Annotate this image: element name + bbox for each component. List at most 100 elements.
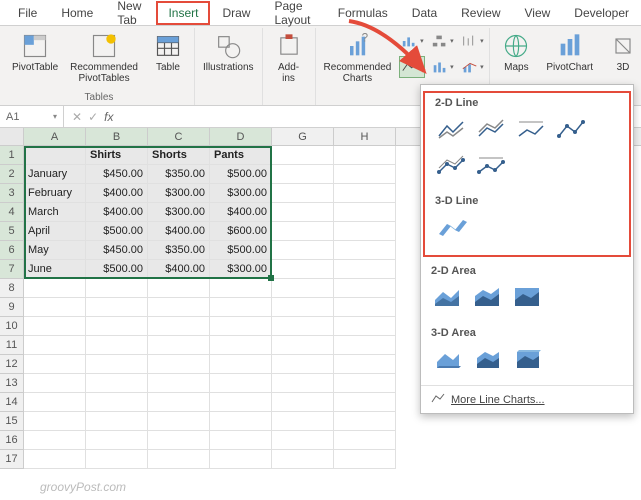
100-stacked-area-option[interactable]: [511, 283, 545, 313]
col-header-g[interactable]: G: [272, 128, 334, 145]
tab-newtab[interactable]: New Tab: [105, 0, 156, 32]
cell[interactable]: Shirts: [86, 146, 148, 165]
illustrations-button[interactable]: Illustrations: [199, 30, 258, 75]
cell[interactable]: $400.00: [210, 203, 272, 222]
row-header[interactable]: 5: [0, 222, 24, 241]
3d-area-option[interactable]: [431, 345, 465, 375]
tab-pagelayout[interactable]: Page Layout: [262, 0, 325, 32]
col-header-b[interactable]: B: [86, 128, 148, 145]
cell[interactable]: $400.00: [148, 222, 210, 241]
row-header[interactable]: 14: [0, 393, 24, 412]
pivotchart-icon: [556, 32, 584, 60]
col-header-d[interactable]: D: [210, 128, 272, 145]
cell[interactable]: $300.00: [210, 184, 272, 203]
stacked-line-option[interactable]: [475, 115, 509, 145]
3d-stacked-area-option[interactable]: [471, 345, 505, 375]
cell[interactable]: [24, 146, 86, 165]
100-stacked-line-markers-option[interactable]: [475, 151, 509, 181]
cell[interactable]: $300.00: [148, 203, 210, 222]
line-chart-option[interactable]: [435, 115, 469, 145]
col-header-c[interactable]: C: [148, 128, 210, 145]
cell[interactable]: April: [24, 222, 86, 241]
column-chart-button[interactable]: ▾: [399, 30, 425, 52]
cell[interactable]: $600.00: [210, 222, 272, 241]
row-header[interactable]: 1: [0, 146, 24, 165]
col-header-h[interactable]: H: [334, 128, 396, 145]
more-line-charts[interactable]: More Line Charts...: [421, 385, 633, 413]
3dmap-button[interactable]: 3D: [601, 30, 641, 75]
pivottable-button[interactable]: PivotTable: [8, 30, 62, 75]
addins-button[interactable]: Add- ins: [267, 30, 311, 86]
cell[interactable]: May: [24, 241, 86, 260]
cell[interactable]: $400.00: [86, 203, 148, 222]
tab-insert[interactable]: Insert: [156, 1, 210, 25]
row-header[interactable]: 2: [0, 165, 24, 184]
recommended-pivottables-button[interactable]: Recommended PivotTables: [66, 30, 142, 86]
row-header[interactable]: 4: [0, 203, 24, 222]
hierarchy-chart-button[interactable]: ▾: [429, 30, 455, 52]
cell[interactable]: $500.00: [86, 260, 148, 279]
cell[interactable]: $300.00: [148, 184, 210, 203]
fx-icon[interactable]: fx: [104, 110, 113, 124]
pivotchart-button[interactable]: PivotChart: [542, 30, 597, 75]
recommended-charts-button[interactable]: ? Recommended Charts: [320, 30, 396, 86]
line-chart-icon: [431, 392, 445, 407]
tab-formulas[interactable]: Formulas: [326, 1, 400, 25]
area-option[interactable]: [431, 283, 465, 313]
table-button[interactable]: Table: [146, 30, 190, 75]
row-header[interactable]: 17: [0, 450, 24, 469]
cell[interactable]: March: [24, 203, 86, 222]
row-header[interactable]: 3: [0, 184, 24, 203]
row-header[interactable]: 11: [0, 336, 24, 355]
line-chart-button[interactable]: ▾: [399, 56, 425, 78]
cell[interactable]: Pants: [210, 146, 272, 165]
line-markers-option[interactable]: [555, 115, 589, 145]
combo-chart-button[interactable]: ▾: [459, 56, 485, 78]
row-header[interactable]: 15: [0, 412, 24, 431]
section-2d-line: 2-D Line: [425, 93, 629, 115]
100-stacked-line-option[interactable]: [515, 115, 549, 145]
row-header[interactable]: 9: [0, 298, 24, 317]
tab-data[interactable]: Data: [400, 1, 449, 25]
section-3d-area: 3-D Area: [421, 323, 633, 345]
3d-line-option[interactable]: [435, 213, 469, 243]
statistic-chart-button[interactable]: ▾: [429, 56, 455, 78]
tab-home[interactable]: Home: [49, 1, 105, 25]
cell[interactable]: $400.00: [86, 184, 148, 203]
row-header[interactable]: 16: [0, 431, 24, 450]
cell[interactable]: Shorts: [148, 146, 210, 165]
tab-file[interactable]: File: [6, 1, 49, 25]
cell[interactable]: $350.00: [148, 165, 210, 184]
cell[interactable]: $500.00: [86, 222, 148, 241]
cell[interactable]: June: [24, 260, 86, 279]
cell[interactable]: January: [24, 165, 86, 184]
row-header[interactable]: 13: [0, 374, 24, 393]
cell[interactable]: $300.00: [210, 260, 272, 279]
cell[interactable]: February: [24, 184, 86, 203]
cell[interactable]: $500.00: [210, 241, 272, 260]
row-header[interactable]: 6: [0, 241, 24, 260]
maps-button[interactable]: Maps: [494, 30, 538, 75]
row-header[interactable]: 8: [0, 279, 24, 298]
row-header[interactable]: 10: [0, 317, 24, 336]
cell[interactable]: $450.00: [86, 165, 148, 184]
stacked-area-option[interactable]: [471, 283, 505, 313]
tab-draw[interactable]: Draw: [210, 1, 262, 25]
tab-review[interactable]: Review: [449, 1, 512, 25]
col-header-a[interactable]: A: [24, 128, 86, 145]
3d-100-stacked-area-option[interactable]: [511, 345, 545, 375]
tab-view[interactable]: View: [513, 1, 563, 25]
cancel-icon: ✕: [72, 110, 82, 124]
chart-type-buttons: ▾ ▾ ▾ ▾ ▾ ▾: [399, 30, 485, 80]
row-header[interactable]: 7: [0, 260, 24, 279]
stock-chart-button[interactable]: ▾: [459, 30, 485, 52]
cell[interactable]: $450.00: [86, 241, 148, 260]
row-header[interactable]: 12: [0, 355, 24, 374]
cell[interactable]: $400.00: [148, 260, 210, 279]
cell[interactable]: $500.00: [210, 165, 272, 184]
stacked-line-markers-option[interactable]: [435, 151, 469, 181]
cell[interactable]: $350.00: [148, 241, 210, 260]
name-box[interactable]: A1▾: [0, 106, 64, 127]
select-all-corner[interactable]: [0, 128, 24, 145]
tab-developer[interactable]: Developer: [562, 1, 641, 25]
